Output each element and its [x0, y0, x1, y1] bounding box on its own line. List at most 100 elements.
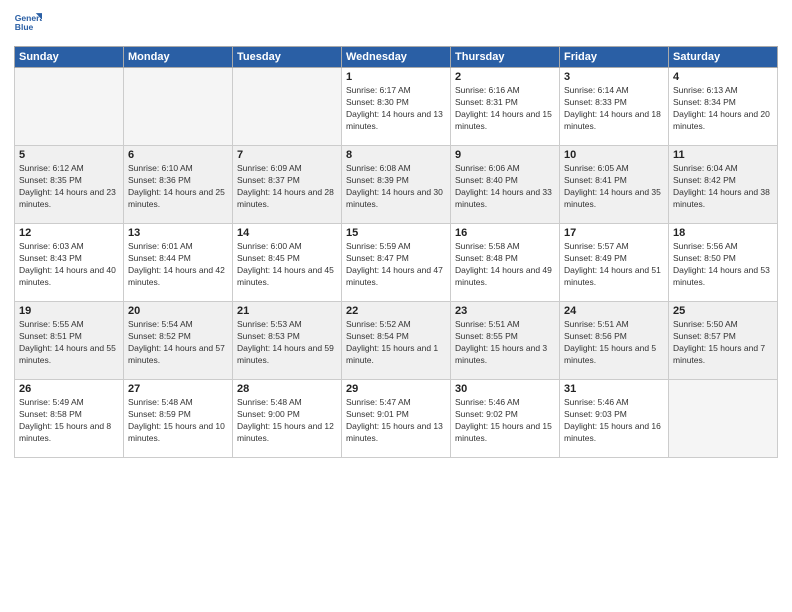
day-info: Sunrise: 5:52 AMSunset: 8:54 PMDaylight:…	[346, 319, 446, 367]
day-number: 16	[455, 227, 555, 239]
day-number: 22	[346, 305, 446, 317]
day-number: 2	[455, 71, 555, 83]
day-number: 4	[673, 71, 773, 83]
day-number: 25	[673, 305, 773, 317]
header-tuesday: Tuesday	[233, 47, 342, 68]
calendar-page: General Blue SundayMondayTuesdayWednesda…	[0, 0, 792, 612]
calendar-cell: 7 Sunrise: 6:09 AMSunset: 8:37 PMDaylight…	[233, 146, 342, 224]
calendar-cell: 24Sunrise: 5:51 AMSunset: 8:56 PMDayligh…	[560, 302, 669, 380]
calendar-cell: 12 Sunrise: 6:03 AMSunset: 8:43 PMDayligh…	[15, 224, 124, 302]
day-number: 21	[237, 305, 337, 317]
day-number: 12	[19, 227, 119, 239]
calendar-cell: 25 Sunrise: 5:50 AMSunset: 8:57 PMDayligh…	[669, 302, 778, 380]
day-info: Sunrise: 5:49 AMSunset: 8:58 PMDaylight:…	[19, 397, 119, 445]
calendar-cell: 21 Sunrise: 5:53 AMSunset: 8:53 PMDayligh…	[233, 302, 342, 380]
day-info: Sunrise: 6:13 AMSunset: 8:34 PMDaylight:…	[673, 85, 773, 133]
day-info: Sunrise: 6:10 AMSunset: 8:36 PMDaylight:…	[128, 163, 228, 211]
calendar-cell: 4 Sunrise: 6:13 AMSunset: 8:34 PMDaylight…	[669, 68, 778, 146]
day-number: 1	[346, 71, 446, 83]
day-info: Sunrise: 6:12 AMSunset: 8:35 PMDaylight:…	[19, 163, 119, 211]
day-info: Sunrise: 5:50 AMSunset: 8:57 PMDaylight:…	[673, 319, 773, 367]
calendar-week-row: 5 Sunrise: 6:12 AMSunset: 8:35 PMDaylight…	[15, 146, 778, 224]
calendar-cell: 9 Sunrise: 6:06 AMSunset: 8:40 PMDaylight…	[451, 146, 560, 224]
day-info: Sunrise: 6:05 AMSunset: 8:41 PMDaylight:…	[564, 163, 664, 211]
day-number: 10	[564, 149, 664, 161]
calendar-table: SundayMondayTuesdayWednesdayThursdayFrid…	[14, 46, 778, 458]
day-info: Sunrise: 6:09 AMSunset: 8:37 PMDaylight:…	[237, 163, 337, 211]
day-number: 5	[19, 149, 119, 161]
calendar-cell: 5 Sunrise: 6:12 AMSunset: 8:35 PMDaylight…	[15, 146, 124, 224]
day-number: 11	[673, 149, 773, 161]
calendar-cell: 22 Sunrise: 5:52 AMSunset: 8:54 PMDayligh…	[342, 302, 451, 380]
calendar-cell: 28Sunrise: 5:48 AMSunset: 9:00 PMDayligh…	[233, 380, 342, 458]
calendar-cell: 8 Sunrise: 6:08 AMSunset: 8:39 PMDaylight…	[342, 146, 451, 224]
day-info: Sunrise: 5:53 AMSunset: 8:53 PMDaylight:…	[237, 319, 337, 367]
header-thursday: Thursday	[451, 47, 560, 68]
day-number: 14	[237, 227, 337, 239]
calendar-cell: 29 Sunrise: 5:47 AMSunset: 9:01 PMDayligh…	[342, 380, 451, 458]
day-number: 23	[455, 305, 555, 317]
logo: General Blue	[14, 10, 42, 38]
header-friday: Friday	[560, 47, 669, 68]
day-info: Sunrise: 6:01 AMSunset: 8:44 PMDaylight:…	[128, 241, 228, 289]
header-sunday: Sunday	[15, 47, 124, 68]
day-info: Sunrise: 6:08 AMSunset: 8:39 PMDaylight:…	[346, 163, 446, 211]
day-info: Sunrise: 6:17 AMSunset: 8:30 PMDaylight:…	[346, 85, 446, 133]
calendar-cell: 3 Sunrise: 6:14 AMSunset: 8:33 PMDaylight…	[560, 68, 669, 146]
day-info: Sunrise: 5:51 AMSunset: 8:56 PMDaylight:…	[564, 319, 664, 367]
day-info: Sunrise: 5:47 AMSunset: 9:01 PMDaylight:…	[346, 397, 446, 445]
day-number: 7	[237, 149, 337, 161]
day-info: Sunrise: 5:48 AMSunset: 8:59 PMDaylight:…	[128, 397, 228, 445]
day-number: 8	[346, 149, 446, 161]
day-number: 29	[346, 383, 446, 395]
calendar-cell: 26Sunrise: 5:49 AMSunset: 8:58 PMDayligh…	[15, 380, 124, 458]
day-info: Sunrise: 6:04 AMSunset: 8:42 PMDaylight:…	[673, 163, 773, 211]
calendar-cell: 23 Sunrise: 5:51 AMSunset: 8:55 PMDayligh…	[451, 302, 560, 380]
day-info: Sunrise: 5:57 AMSunset: 8:49 PMDaylight:…	[564, 241, 664, 289]
day-info: Sunrise: 5:59 AMSunset: 8:47 PMDaylight:…	[346, 241, 446, 289]
calendar-week-row: 1 Sunrise: 6:17 AMSunset: 8:30 PMDaylight…	[15, 68, 778, 146]
logo-icon: General Blue	[14, 10, 42, 38]
day-info: Sunrise: 6:14 AMSunset: 8:33 PMDaylight:…	[564, 85, 664, 133]
svg-text:Blue: Blue	[15, 22, 34, 32]
day-info: Sunrise: 5:58 AMSunset: 8:48 PMDaylight:…	[455, 241, 555, 289]
calendar-cell: 17 Sunrise: 5:57 AMSunset: 8:49 PMDayligh…	[560, 224, 669, 302]
day-number: 18	[673, 227, 773, 239]
calendar-week-row: 19Sunrise: 5:55 AMSunset: 8:51 PMDayligh…	[15, 302, 778, 380]
day-number: 9	[455, 149, 555, 161]
day-number: 13	[128, 227, 228, 239]
calendar-cell: 2 Sunrise: 6:16 AMSunset: 8:31 PMDaylight…	[451, 68, 560, 146]
day-info: Sunrise: 6:03 AMSunset: 8:43 PMDaylight:…	[19, 241, 119, 289]
header-saturday: Saturday	[669, 47, 778, 68]
calendar-week-row: 12 Sunrise: 6:03 AMSunset: 8:43 PMDayligh…	[15, 224, 778, 302]
day-info: Sunrise: 6:16 AMSunset: 8:31 PMDaylight:…	[455, 85, 555, 133]
day-number: 6	[128, 149, 228, 161]
day-info: Sunrise: 5:54 AMSunset: 8:52 PMDaylight:…	[128, 319, 228, 367]
calendar-cell: 11 Sunrise: 6:04 AMSunset: 8:42 PMDayligh…	[669, 146, 778, 224]
day-info: Sunrise: 5:51 AMSunset: 8:55 PMDaylight:…	[455, 319, 555, 367]
calendar-cell: 16 Sunrise: 5:58 AMSunset: 8:48 PMDayligh…	[451, 224, 560, 302]
calendar-cell: 31Sunrise: 5:46 AMSunset: 9:03 PMDayligh…	[560, 380, 669, 458]
calendar-cell: 27Sunrise: 5:48 AMSunset: 8:59 PMDayligh…	[124, 380, 233, 458]
day-number: 3	[564, 71, 664, 83]
day-number: 15	[346, 227, 446, 239]
calendar-cell: 6 Sunrise: 6:10 AMSunset: 8:36 PMDaylight…	[124, 146, 233, 224]
day-number: 30	[455, 383, 555, 395]
calendar-cell	[15, 68, 124, 146]
day-number: 17	[564, 227, 664, 239]
calendar-week-row: 26Sunrise: 5:49 AMSunset: 8:58 PMDayligh…	[15, 380, 778, 458]
calendar-cell: 18Sunrise: 5:56 AMSunset: 8:50 PMDayligh…	[669, 224, 778, 302]
calendar-cell: 10 Sunrise: 6:05 AMSunset: 8:41 PMDayligh…	[560, 146, 669, 224]
calendar-header-row: SundayMondayTuesdayWednesdayThursdayFrid…	[15, 47, 778, 68]
day-info: Sunrise: 5:48 AMSunset: 9:00 PMDaylight:…	[237, 397, 337, 445]
calendar-cell: 13 Sunrise: 6:01 AMSunset: 8:44 PMDayligh…	[124, 224, 233, 302]
header-wednesday: Wednesday	[342, 47, 451, 68]
day-info: Sunrise: 5:46 AMSunset: 9:03 PMDaylight:…	[564, 397, 664, 445]
day-number: 20	[128, 305, 228, 317]
calendar-cell: 14Sunrise: 6:00 AMSunset: 8:45 PMDayligh…	[233, 224, 342, 302]
day-info: Sunrise: 6:06 AMSunset: 8:40 PMDaylight:…	[455, 163, 555, 211]
calendar-cell: 20 Sunrise: 5:54 AMSunset: 8:52 PMDayligh…	[124, 302, 233, 380]
day-info: Sunrise: 5:55 AMSunset: 8:51 PMDaylight:…	[19, 319, 119, 367]
day-info: Sunrise: 5:46 AMSunset: 9:02 PMDaylight:…	[455, 397, 555, 445]
calendar-cell	[669, 380, 778, 458]
